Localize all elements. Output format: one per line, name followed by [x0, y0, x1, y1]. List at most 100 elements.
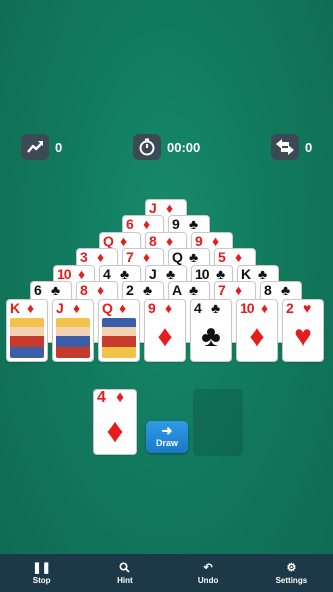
- card-rank: 9: [195, 233, 203, 249]
- card-rank: 8: [149, 233, 157, 249]
- card-rank: Q: [172, 249, 183, 265]
- card-suit: ♦: [143, 249, 151, 265]
- card-rank: 2: [286, 300, 294, 316]
- score-value: 0: [55, 139, 63, 155]
- card-rank: 8: [80, 282, 88, 298]
- pyramid-card[interactable]: Q ♦: [99, 300, 139, 361]
- card-rank: 6: [126, 216, 134, 232]
- card-rank: J: [56, 300, 64, 316]
- card-suit: ♣: [258, 266, 268, 282]
- card-suit: ♦: [235, 249, 243, 265]
- bottom-toolbar: ❚❚ Stop Hint ↶ Undo ⚙ Settings: [0, 554, 333, 592]
- card-rank: Q: [103, 233, 114, 249]
- card-rank: J: [149, 200, 157, 216]
- undo-button[interactable]: ↶ Undo: [168, 562, 248, 585]
- card-rank: A: [172, 282, 182, 298]
- draw-label: Draw: [155, 438, 178, 448]
- undo-arrow-icon: ↶: [203, 561, 213, 574]
- card-suit: ♦: [73, 300, 81, 316]
- settings-button[interactable]: ⚙ Settings: [251, 562, 331, 585]
- gear-icon: ⚙: [286, 561, 297, 574]
- card-rank: J: [149, 266, 157, 282]
- waste-card-suit-small: ♦: [116, 389, 125, 406]
- hint-button[interactable]: Hint: [85, 561, 165, 585]
- card-suit: ♣: [166, 266, 176, 282]
- card-suit-big: ♥: [294, 320, 312, 353]
- card-suit: ♣: [189, 249, 199, 265]
- pause-icon: ❚❚: [32, 561, 51, 574]
- card-suit-big: ♦: [249, 320, 265, 353]
- moves-stat: 0: [271, 134, 312, 160]
- card-suit: ♣: [216, 266, 226, 282]
- pyramid-card[interactable]: 2 ♥ ♥: [283, 300, 323, 361]
- court-card-figure: [102, 318, 136, 358]
- stop-button[interactable]: ❚❚ Stop: [2, 562, 82, 585]
- timer-value: 00:00: [167, 139, 201, 155]
- card-rank: 4: [103, 266, 111, 282]
- moves-value: 0: [305, 139, 313, 155]
- card-suit: ♥: [303, 300, 312, 316]
- pyramid-card[interactable]: K ♦: [7, 300, 47, 361]
- pyramid-card[interactable]: 9 ♦ ♦: [145, 300, 185, 361]
- stopwatch-icon: [133, 134, 161, 160]
- card-suit: ♦: [27, 300, 35, 316]
- card-suit: ♦: [261, 300, 269, 316]
- card-rank: 10: [57, 266, 72, 282]
- waste-card[interactable]: 4 ♦ ♦: [94, 390, 136, 454]
- card-rank: K: [241, 266, 251, 282]
- waste-card-rank: 4: [97, 389, 106, 406]
- card-rank: 4: [194, 300, 202, 316]
- court-card-figure: [56, 318, 90, 358]
- stop-label: Stop: [32, 575, 51, 585]
- card-suit: ♦: [120, 233, 128, 249]
- card-suit: ♣: [189, 282, 199, 298]
- card-rank: 7: [218, 282, 226, 298]
- card-rank: 5: [218, 249, 226, 265]
- card-suit: ♦: [166, 233, 174, 249]
- card-rank: Q: [102, 300, 113, 316]
- card-rank: 9: [172, 216, 180, 232]
- card-rank: 2: [126, 282, 134, 298]
- waste-card-suit-big: ♦: [106, 412, 124, 450]
- card-suit: ♣: [211, 300, 221, 316]
- stock-empty-slot[interactable]: [193, 389, 243, 456]
- card-suit: ♦: [166, 200, 174, 216]
- card-suit: ♣: [120, 266, 130, 282]
- card-rank: 7: [126, 249, 134, 265]
- card-rank: K: [10, 300, 20, 316]
- arrow-right-icon: ➜: [161, 423, 173, 438]
- card-rank: 10: [240, 300, 255, 316]
- card-rank: 10: [195, 266, 210, 282]
- card-rank: 9: [148, 300, 156, 316]
- card-suit: ♣: [281, 282, 291, 298]
- search-icon: [85, 561, 165, 574]
- pyramid-card[interactable]: 4 ♣ ♣: [191, 300, 231, 361]
- card-suit: ♦: [78, 266, 86, 282]
- score-stat: 0: [21, 134, 62, 160]
- card-suit: ♣: [51, 282, 61, 298]
- card-rank: 8: [264, 282, 272, 298]
- trend-up-icon: [21, 134, 49, 160]
- card-suit: ♦: [119, 300, 127, 316]
- court-card-figure: [10, 318, 44, 358]
- card-suit: ♦: [97, 282, 105, 298]
- card-suit: ♦: [165, 300, 173, 316]
- card-rank: 6: [34, 282, 42, 298]
- card-suit: ♦: [235, 282, 243, 298]
- undo-label: Undo: [197, 575, 219, 585]
- swap-arrows-icon: [271, 134, 299, 160]
- card-suit-big: ♣: [201, 320, 221, 353]
- card-suit: ♦: [97, 249, 105, 265]
- pyramid-card[interactable]: 10 ♦ ♦: [237, 300, 277, 361]
- hint-label: Hint: [117, 575, 133, 585]
- card-suit: ♦: [143, 216, 151, 232]
- draw-button[interactable]: ➜ Draw: [146, 421, 188, 453]
- pyramid-card[interactable]: J ♦: [53, 300, 93, 361]
- card-rank: 3: [80, 249, 88, 265]
- card-suit: ♦: [212, 233, 220, 249]
- timer-stat: 00:00: [133, 134, 200, 160]
- settings-label: Settings: [275, 575, 308, 585]
- card-suit: ♣: [143, 282, 153, 298]
- card-suit: ♣: [189, 216, 199, 232]
- card-suit-big: ♦: [157, 320, 173, 353]
